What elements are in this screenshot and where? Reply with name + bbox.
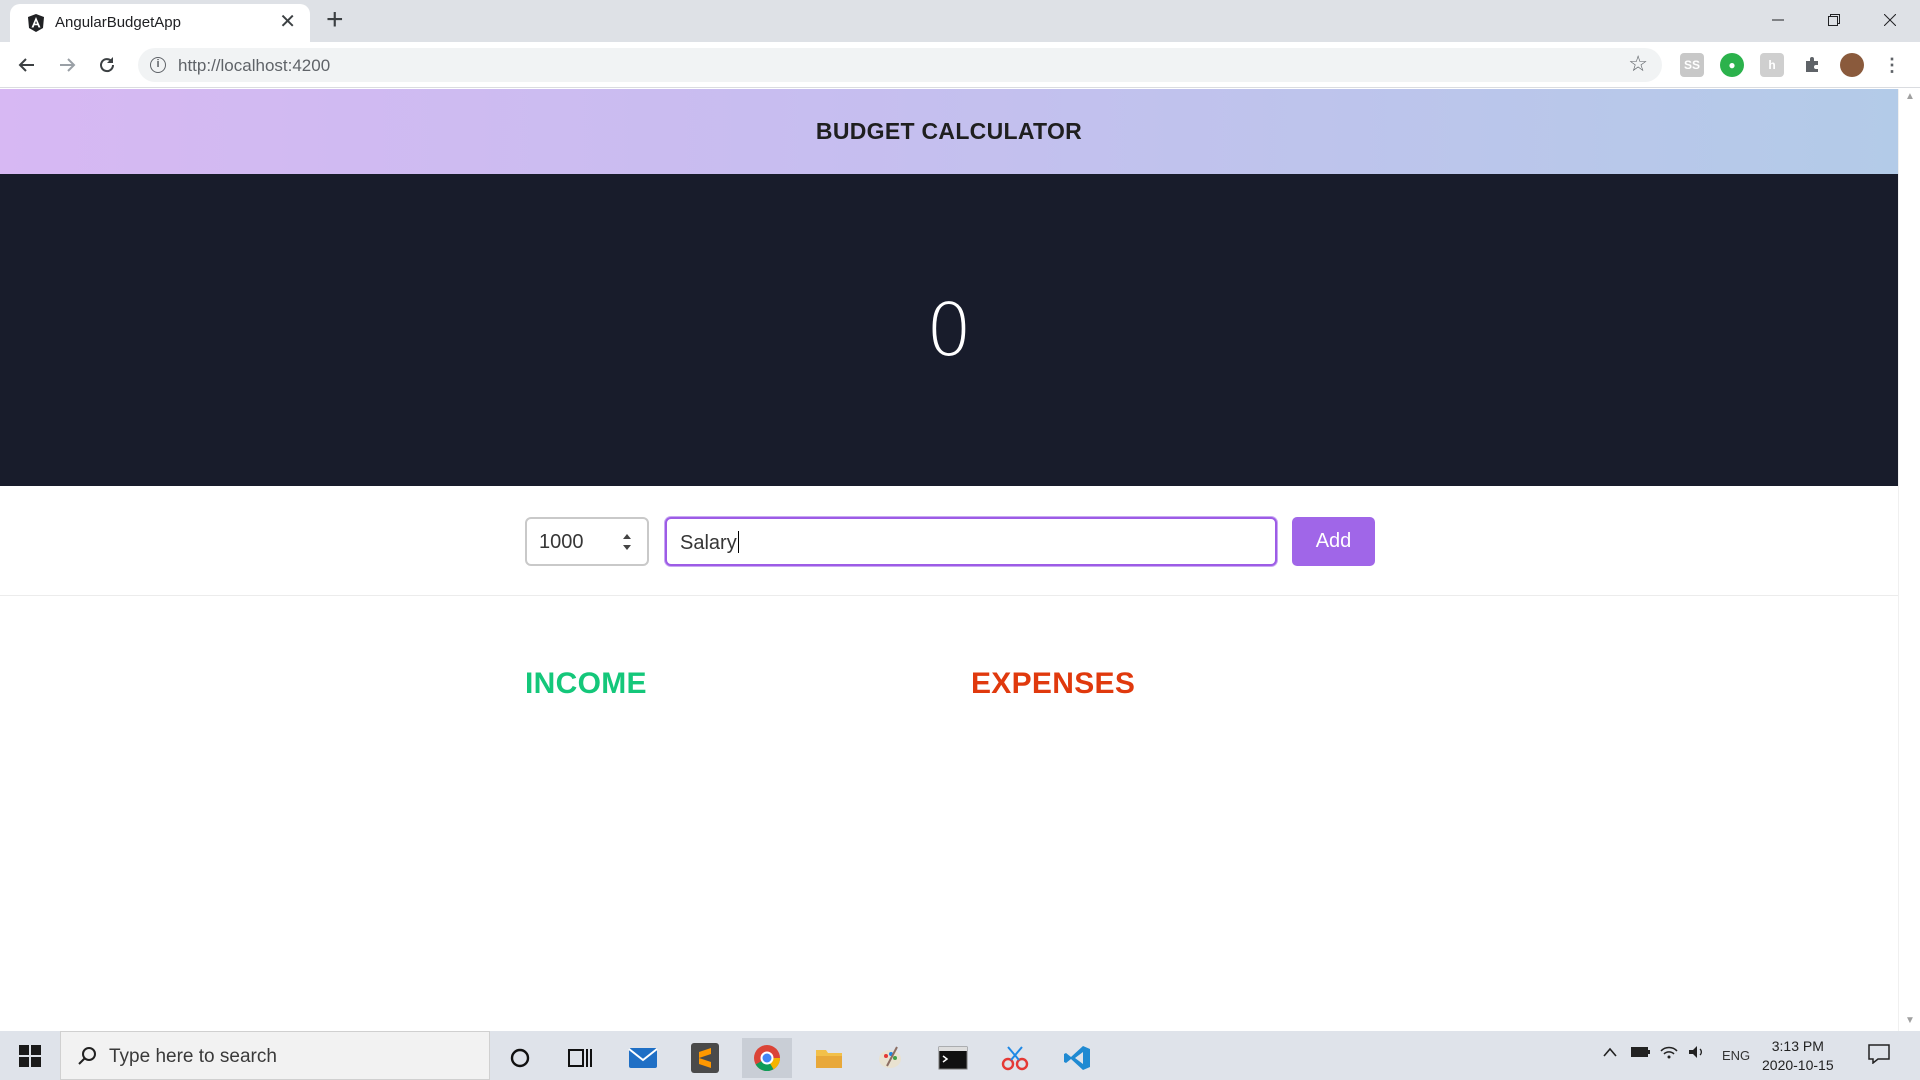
clock-date: 2020-10-15 (1762, 1057, 1834, 1073)
circle-icon (510, 1048, 530, 1068)
extension-ss-icon[interactable]: SS (1680, 53, 1704, 77)
palette-icon (879, 1046, 901, 1068)
close-window-button[interactable] (1862, 0, 1918, 40)
vscode-icon[interactable] (1052, 1038, 1102, 1078)
amount-value: 1000 (539, 531, 584, 553)
notifications-icon[interactable] (1868, 1044, 1890, 1067)
expenses-heading: EXPENSES (971, 667, 1136, 700)
start-button[interactable] (0, 1031, 60, 1080)
address-bar[interactable]: i http://localhost:4200 ☆ (138, 48, 1662, 82)
cortana-icon[interactable] (495, 1038, 545, 1078)
page-scrollbar[interactable]: ▲ ▼ (1898, 89, 1920, 1031)
windows-logo-icon (19, 1044, 41, 1067)
restore-icon (1828, 14, 1840, 26)
scissors-icon (1001, 1046, 1029, 1071)
amount-input[interactable]: 1000 (525, 517, 649, 566)
page-title: BUDGET CALCULATOR (815, 118, 1083, 144)
menu-kebab-icon[interactable]: ⋮ (1880, 53, 1904, 77)
volume-icon[interactable] (1688, 1045, 1706, 1062)
app-header: BUDGET CALCULATOR (0, 89, 1898, 174)
folder-icon (816, 1050, 842, 1068)
reload-icon (100, 57, 115, 73)
vscode-logo-icon (1064, 1046, 1090, 1070)
total-budget-value: 0 (926, 288, 972, 372)
terminal-icon[interactable] (928, 1038, 978, 1078)
arrow-left-icon (18, 58, 34, 72)
wifi-icon[interactable] (1660, 1045, 1678, 1062)
description-input[interactable]: Salary (665, 517, 1277, 566)
text-caret (737, 531, 739, 553)
description-value: Salary (680, 532, 737, 554)
sublime-logo-icon (691, 1043, 719, 1073)
scroll-down-arrow-icon[interactable]: ▼ (1905, 1015, 1915, 1026)
minimize-button[interactable] (1750, 0, 1806, 40)
file-explorer-icon[interactable] (804, 1038, 854, 1078)
clock-time: 3:13 PM (1771, 1038, 1824, 1054)
snipping-tool-icon[interactable] (990, 1038, 1040, 1078)
tab-title: AngularBudgetApp (55, 14, 181, 31)
browser-tab[interactable]: AngularBudgetApp ✕ (10, 4, 310, 42)
budget-panel: 0 (0, 174, 1898, 486)
search-placeholder: Type here to search (109, 1046, 277, 1067)
add-button[interactable]: Add (1292, 517, 1375, 566)
chrome-icon[interactable] (742, 1038, 792, 1078)
language-indicator[interactable]: ENG (1722, 1048, 1750, 1063)
minimize-icon (1772, 19, 1784, 21)
taskbar-search-box[interactable]: Type here to search (60, 1031, 490, 1080)
arrow-right-icon (60, 58, 76, 72)
app-root: BUDGET CALCULATOR 0 1000 Salary Add INCO… (0, 89, 1898, 1031)
new-tab-button[interactable]: + (326, 5, 344, 35)
search-icon (78, 1047, 96, 1065)
number-spinner-icon[interactable] (621, 531, 633, 553)
info-icon[interactable]: i (150, 57, 166, 73)
extension-grey-icon[interactable]: h (1760, 53, 1784, 77)
close-icon (1884, 14, 1896, 26)
profile-avatar[interactable] (1840, 53, 1864, 77)
angular-icon (28, 14, 44, 32)
forward-button[interactable] (54, 52, 80, 78)
reload-button[interactable] (94, 52, 120, 78)
mail-app-icon[interactable] (618, 1038, 668, 1078)
taskbar-clock[interactable]: 3:13 PM 2020-10-15 (1762, 1037, 1834, 1075)
console-icon (938, 1046, 968, 1070)
income-heading: INCOME (525, 667, 647, 700)
browser-toolbar: i http://localhost:4200 ☆ SS ● h ⋮ (0, 42, 1920, 88)
battery-icon[interactable] (1630, 1045, 1652, 1062)
chevron-up-icon[interactable] (1602, 1045, 1618, 1062)
bookmark-star-icon[interactable]: ☆ (1628, 53, 1648, 75)
paint-app-icon[interactable] (866, 1038, 916, 1078)
scroll-up-arrow-icon[interactable]: ▲ (1905, 91, 1915, 102)
extensions-puzzle-icon[interactable] (1800, 53, 1824, 77)
url-text[interactable]: http://localhost:4200 (178, 56, 330, 76)
task-view-glyph-icon (568, 1049, 592, 1067)
add-item-form: 1000 Salary Add (0, 486, 1898, 596)
envelope-icon (628, 1048, 658, 1068)
windows-taskbar: Type here to search ENG 3:13 PM 2020-10-… (0, 1031, 1920, 1080)
browser-tab-bar: AngularBudgetApp ✕ + (0, 0, 1920, 42)
close-tab-icon[interactable]: ✕ (279, 12, 296, 32)
chrome-logo-icon (754, 1045, 781, 1072)
extension-green-icon[interactable]: ● (1720, 53, 1744, 77)
sublime-text-icon[interactable] (680, 1038, 730, 1078)
back-button[interactable] (14, 52, 40, 78)
task-view-icon[interactable] (555, 1038, 605, 1078)
puzzle-icon (1806, 57, 1818, 72)
restore-button[interactable] (1806, 0, 1862, 40)
